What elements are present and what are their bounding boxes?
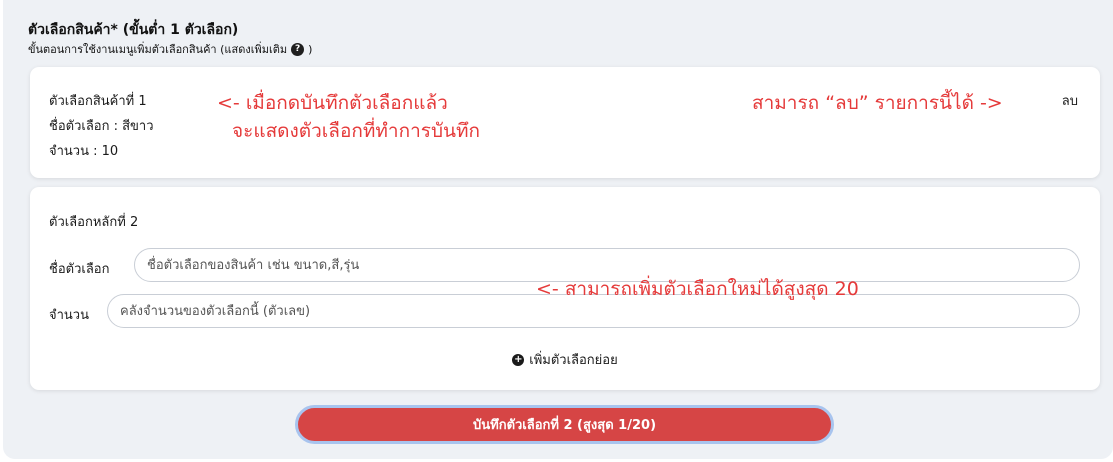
saved-option-quantity: จำนวน : 10: [49, 144, 119, 159]
option-name-label: ชื่อตัวเลือก: [49, 262, 110, 277]
saved-option-name: ชื่อตัวเลือก : สีขาว: [49, 119, 154, 134]
option-quantity-label: จำนวน: [49, 308, 89, 323]
section-title: ตัวเลือกสินค้า* (ขั้นต่ำ 1 ตัวเลือก): [28, 22, 239, 38]
question-circle-icon[interactable]: ?: [291, 42, 305, 56]
help-text[interactable]: ขั้นตอนการใช้งานเมนูเพิ่มตัวเลือกสินค้า …: [28, 40, 287, 58]
saved-option-card: ตัวเลือกสินค้าที่ 1 ชื่อตัวเลือก : สีขาว…: [30, 67, 1100, 178]
help-suffix: ): [308, 42, 313, 56]
plus-circle-icon[interactable]: +: [512, 353, 525, 366]
annotation-max-hint: <- สามารถเพิ่มตัวเลือกใหม่ได้สูงสุด 20: [536, 278, 859, 300]
new-option-title: ตัวเลือกหลักที่ 2: [49, 215, 139, 230]
product-options-panel: ตัวเลือกสินค้า* (ขั้นต่ำ 1 ตัวเลือก) ขั้…: [3, 0, 1113, 459]
annotation-saved-line2: จะแสดงตัวเลือกที่ทำการบันทึก: [232, 120, 481, 142]
save-option-button[interactable]: บันทึกตัวเลือกที่ 2 (สูงสุด 1/20): [295, 405, 834, 444]
add-sub-option-label[interactable]: เพิ่มตัวเลือกย่อย: [529, 349, 617, 370]
delete-option-link[interactable]: ลบ: [1062, 90, 1078, 111]
annotation-delete-hint: สามารถ “ลบ” รายการนี้ได้ ->: [752, 92, 1003, 114]
saved-option-title: ตัวเลือกสินค้าที่ 1: [49, 94, 147, 109]
add-sub-option-button[interactable]: + เพิ่มตัวเลือกย่อย: [30, 349, 1100, 370]
annotation-saved-line1: <- เมื่อกดบันทึกตัวเลือกแล้ว: [217, 92, 448, 114]
section-help[interactable]: ขั้นตอนการใช้งานเมนูเพิ่มตัวเลือกสินค้า …: [28, 40, 312, 58]
new-option-card: ตัวเลือกหลักที่ 2 ชื่อตัวเลือก จำนวน <- …: [30, 187, 1100, 390]
